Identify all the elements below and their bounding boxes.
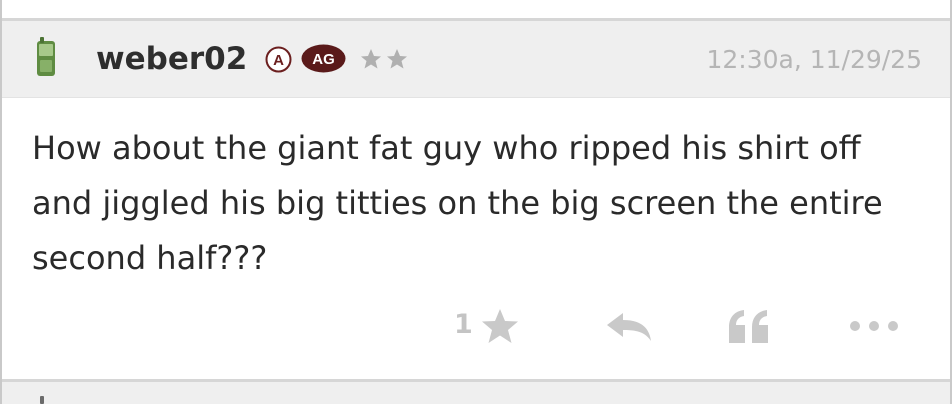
- reply-arrow-icon[interactable]: [605, 311, 653, 343]
- mobile-phone-icon: [40, 396, 44, 404]
- user-badge-a: A: [265, 46, 292, 73]
- comment-timestamp: 12:30a, 11/29/25: [706, 45, 922, 74]
- more-dots-icon[interactable]: [848, 319, 900, 333]
- comment-body: How about the giant fat guy who ripped h…: [32, 129, 883, 277]
- comment-actions: 1: [2, 301, 950, 351]
- next-comment-header: [2, 382, 950, 404]
- badge-a-label: A: [273, 52, 284, 69]
- username-link[interactable]: weber02: [96, 41, 247, 77]
- user-rating-stars: [361, 49, 407, 69]
- badge-ag-label: AG: [312, 51, 335, 68]
- like-count: 1: [454, 309, 473, 340]
- like-star-icon[interactable]: [480, 307, 520, 345]
- comment-thread: weber02 A AG 12:30a, 11/29/25 How about …: [0, 0, 952, 404]
- user-badge-ag: AG: [301, 44, 346, 73]
- mobile-phone-icon: [37, 37, 55, 76]
- comment-header: weber02 A AG 12:30a, 11/29/25: [2, 21, 950, 98]
- comment-post: weber02 A AG 12:30a, 11/29/25 How about …: [2, 21, 950, 379]
- quote-icon[interactable]: [727, 309, 771, 345]
